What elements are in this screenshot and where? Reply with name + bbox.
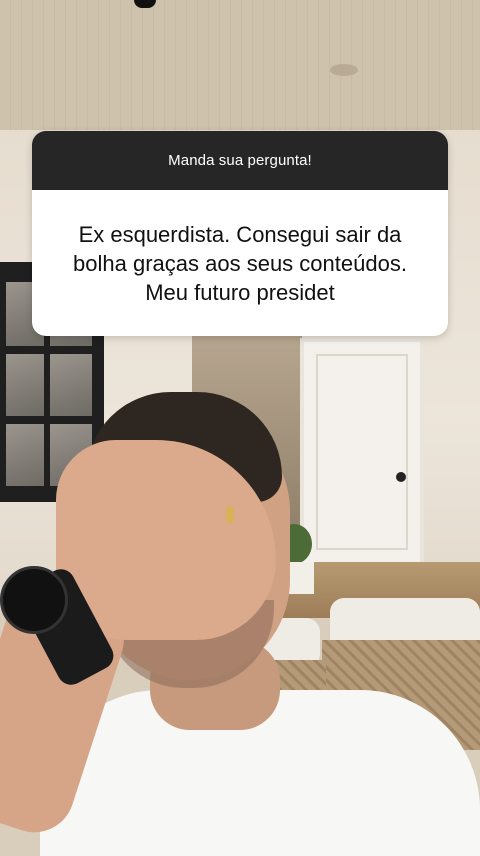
question-sticker-header: Manda sua pergunta! [32,131,448,190]
story-background-photo [0,0,480,856]
window-pane [6,354,44,416]
door-panel [316,354,408,550]
ceiling-light [330,64,358,76]
question-sticker[interactable]: Manda sua pergunta! Ex esquerdista. Cons… [32,131,448,336]
smartwatch-icon [0,566,68,634]
door [300,338,424,576]
question-sticker-text: Ex esquerdista. Consegui sair da bolha g… [32,190,448,336]
ceiling [0,0,480,130]
window-pane [6,424,44,486]
door-handle [396,472,406,482]
wedding-ring [226,506,234,524]
window-pane [50,354,92,416]
